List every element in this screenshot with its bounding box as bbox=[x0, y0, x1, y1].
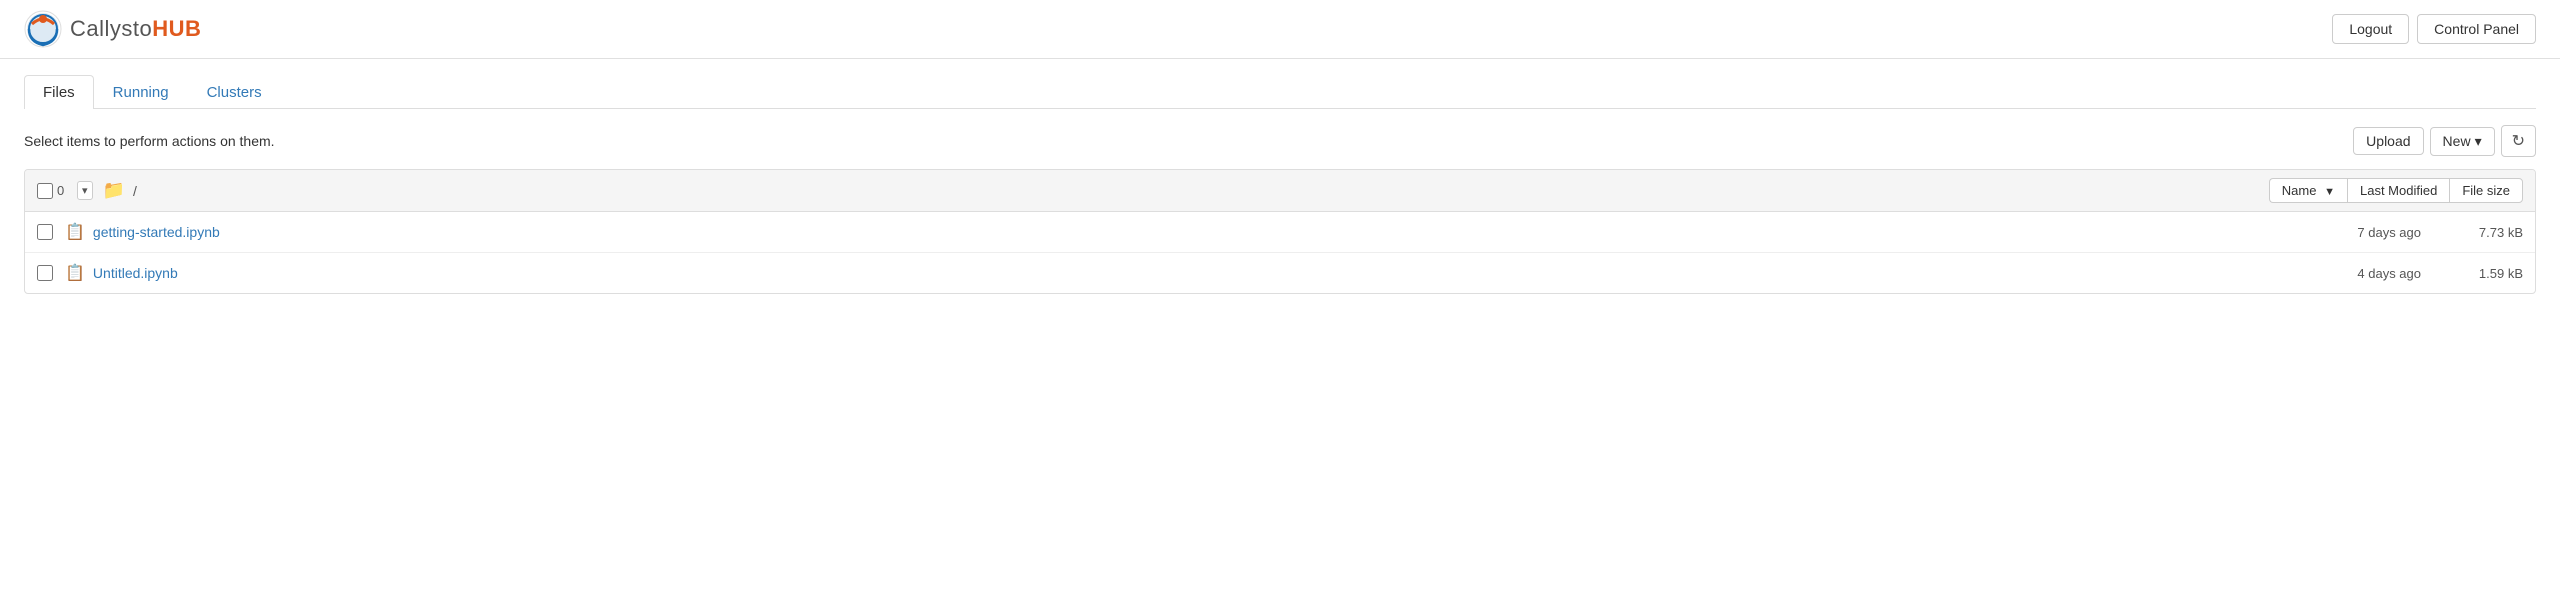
file-checkbox-2[interactable] bbox=[37, 265, 53, 281]
logo-area: CallystoHUB bbox=[24, 10, 201, 48]
file-meta-2: 4 days ago 1.59 kB bbox=[2331, 266, 2523, 281]
file-meta-1: 7 days ago 7.73 kB bbox=[2331, 225, 2523, 240]
folder-icon: 📁 bbox=[103, 180, 125, 201]
main-content: Files Running Clusters Select items to p… bbox=[0, 59, 2560, 310]
upload-button[interactable]: Upload bbox=[2353, 127, 2423, 155]
breadcrumb: / bbox=[133, 183, 137, 199]
table-row: 📋 getting-started.ipynb 7 days ago 7.73 … bbox=[25, 212, 2535, 253]
new-dropdown-arrow: ▾ bbox=[2475, 133, 2482, 150]
tab-running[interactable]: Running bbox=[94, 75, 188, 109]
checkbox-area: 0 ▾ bbox=[37, 181, 93, 200]
refresh-icon: ↻ bbox=[2512, 133, 2525, 150]
file-list-container: 0 ▾ 📁 / Name ▼ Last Modified File size 📋… bbox=[24, 169, 2536, 294]
last-modified-column-header[interactable]: Last Modified bbox=[2347, 178, 2449, 203]
list-header-right: Name ▼ Last Modified File size bbox=[2269, 178, 2523, 203]
tab-files[interactable]: Files bbox=[24, 75, 94, 109]
tab-clusters[interactable]: Clusters bbox=[188, 75, 281, 109]
selected-count: 0 bbox=[57, 183, 73, 198]
header-buttons: Logout Control Panel bbox=[2332, 14, 2536, 44]
file-name-2[interactable]: Untitled.ipynb bbox=[93, 265, 2323, 281]
toolbar-row: Select items to perform actions on them.… bbox=[24, 125, 2536, 157]
count-dropdown-arrow[interactable]: ▾ bbox=[77, 181, 93, 200]
control-panel-button[interactable]: Control Panel bbox=[2417, 14, 2536, 44]
new-button[interactable]: New ▾ bbox=[2430, 127, 2495, 156]
file-size-column-header[interactable]: File size bbox=[2449, 178, 2523, 203]
list-header: 0 ▾ 📁 / Name ▼ Last Modified File size bbox=[25, 170, 2535, 212]
file-size-1: 7.73 kB bbox=[2453, 225, 2523, 240]
file-name-1[interactable]: getting-started.ipynb bbox=[93, 224, 2323, 240]
file-size-2: 1.59 kB bbox=[2453, 266, 2523, 281]
toolbar-actions: Upload New ▾ ↻ bbox=[2353, 125, 2536, 157]
tabs: Files Running Clusters bbox=[24, 75, 2536, 109]
new-label: New bbox=[2443, 133, 2471, 149]
file-date-2: 4 days ago bbox=[2331, 266, 2421, 281]
name-column-header[interactable]: Name ▼ bbox=[2269, 178, 2347, 203]
header: CallystoHUB Logout Control Panel bbox=[0, 0, 2560, 59]
logout-button[interactable]: Logout bbox=[2332, 14, 2409, 44]
sort-arrow-icon: ▼ bbox=[2324, 186, 2335, 198]
refresh-button[interactable]: ↻ bbox=[2501, 125, 2536, 157]
notebook-icon-2: 📋 bbox=[65, 263, 85, 283]
select-all-checkbox[interactable] bbox=[37, 183, 53, 199]
list-header-left: 0 ▾ 📁 / bbox=[37, 180, 2261, 201]
logo-icon bbox=[24, 10, 62, 48]
file-checkbox-1[interactable] bbox=[37, 224, 53, 240]
table-row: 📋 Untitled.ipynb 4 days ago 1.59 kB bbox=[25, 253, 2535, 293]
file-date-1: 7 days ago bbox=[2331, 225, 2421, 240]
notebook-icon-1: 📋 bbox=[65, 222, 85, 242]
select-items-text: Select items to perform actions on them. bbox=[24, 133, 275, 149]
logo-text: CallystoHUB bbox=[70, 16, 201, 42]
